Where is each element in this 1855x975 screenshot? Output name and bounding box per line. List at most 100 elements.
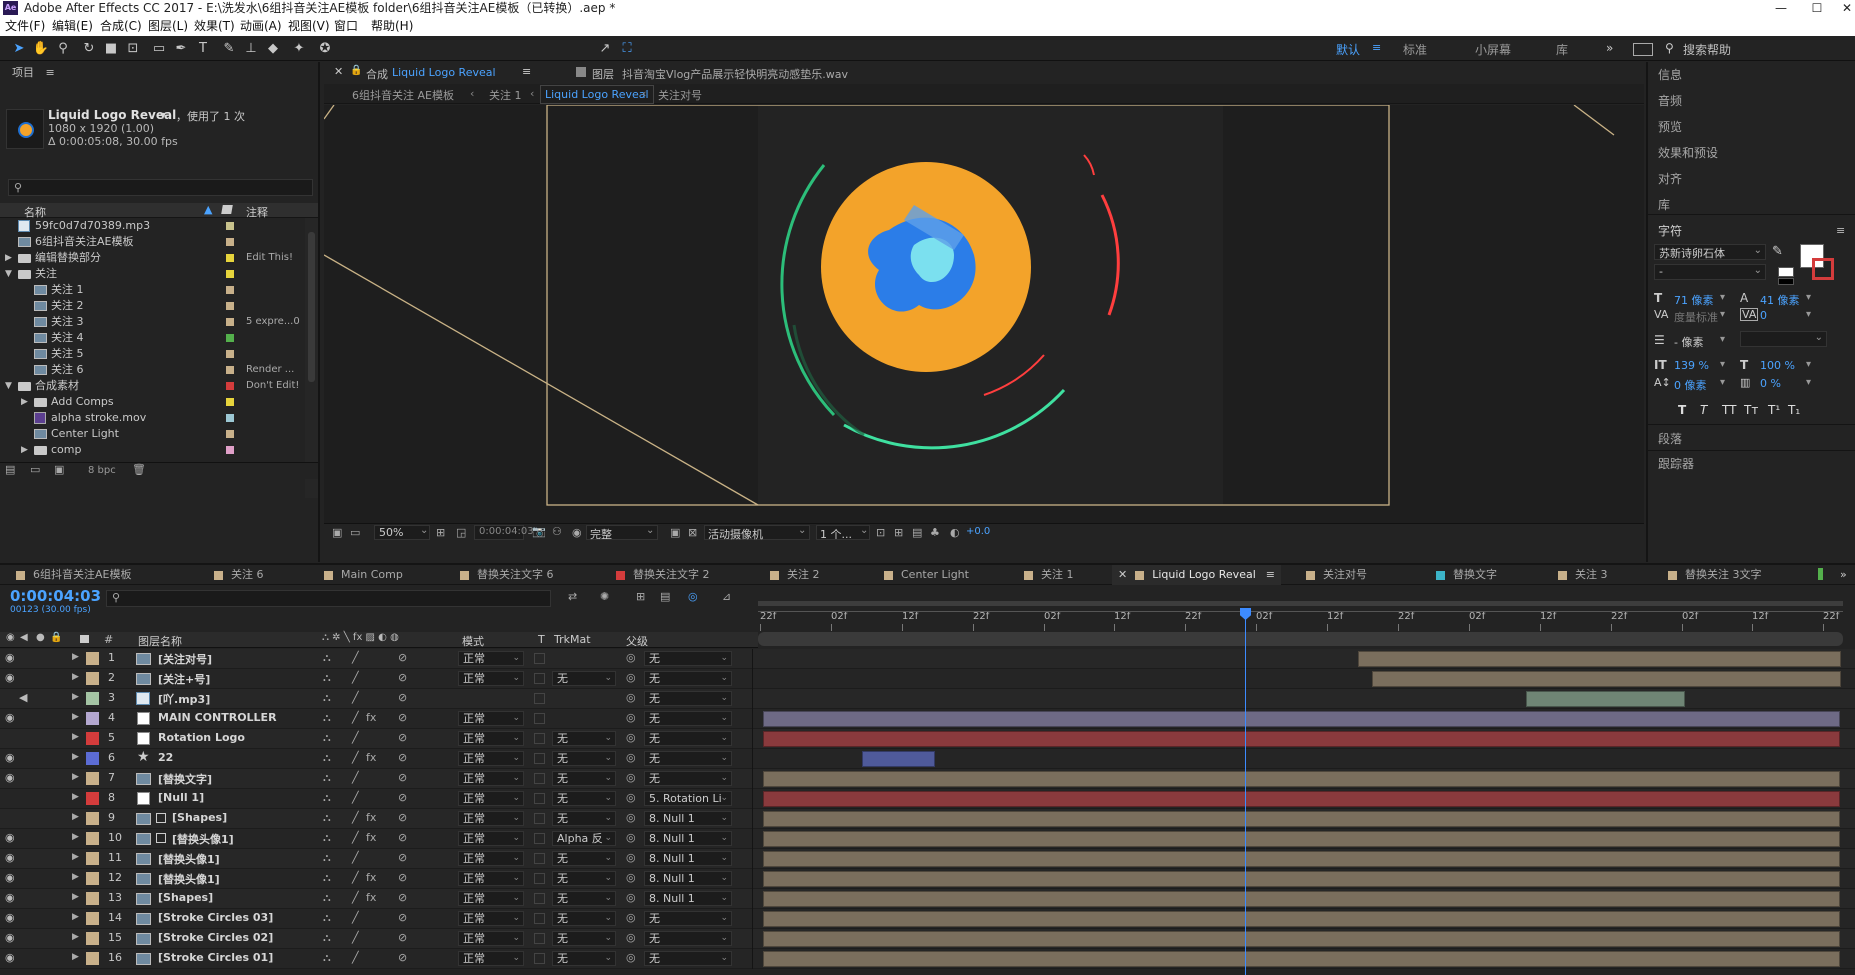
mode-select[interactable]: 正常 ⌄ — [458, 771, 524, 786]
motion-blur-switch-icon[interactable]: ⊘ — [398, 911, 407, 924]
fx-switch[interactable]: fx — [366, 711, 376, 724]
shy-switch-icon[interactable]: ⛬ — [323, 791, 331, 805]
eye-icon[interactable]: ◉ — [5, 771, 15, 784]
project-item[interactable]: ▼ 关注 — [0, 266, 305, 282]
close-button[interactable]: ✕ — [1838, 0, 1855, 16]
views-select[interactable]: 1 个... — [820, 526, 852, 542]
pickwhip-icon[interactable]: ◎ — [626, 651, 636, 664]
viewer-tab-layer[interactable]: 抖音淘宝Vlog产品展示轻快明亮动感垫乐.wav — [622, 66, 848, 82]
align-panel-tab[interactable]: 对齐 — [1658, 166, 1682, 192]
project-item[interactable]: 6组抖音关注AE模板 — [0, 234, 305, 250]
parent-select[interactable]: 无 ⌄ — [644, 651, 732, 666]
project-item[interactable]: ▶ Add Comps — [0, 394, 305, 410]
region-of-interest-icon[interactable]: ◲ — [456, 526, 466, 539]
shy-switch-icon[interactable]: ⛬ — [323, 871, 331, 885]
layer-name[interactable]: [替换头像1] — [158, 851, 220, 867]
zoom-select[interactable]: 50% — [379, 526, 403, 539]
breadcrumb-item[interactable]: 6组抖音关注 AE模板 — [352, 87, 454, 103]
eyedropper-icon[interactable]: ✎ — [1772, 244, 1783, 259]
mode-select[interactable]: 正常 ⌄ — [458, 751, 524, 766]
layer-row[interactable]: ◉ ▶ 12 [替换头像1] ⛬ ╱ fx ⊘ 正常 ⌄ 无 ⌄ ◎ 8. Null 1 ⌄ — [0, 869, 1855, 889]
roto-brush-tool-icon[interactable]: ✦ — [290, 40, 308, 57]
current-time-display[interactable]: 0:00:04:03 — [10, 587, 101, 605]
mode-select[interactable]: 正常 ⌄ — [458, 851, 524, 866]
preserve-transparency-checkbox[interactable] — [534, 773, 545, 784]
preserve-transparency-checkbox[interactable] — [534, 673, 545, 684]
layer-row[interactable]: ◉ ▶ 6 ★ 22 ⛬ ╱ fx ⊘ 正常 ⌄ 无 ⌄ ◎ 无 ⌄ — [0, 749, 1855, 769]
mode-select[interactable]: 正常 ⌄ — [458, 951, 524, 966]
vertical-scale-value[interactable]: 139 % — [1674, 359, 1709, 372]
viewer-tab-menu-icon[interactable]: ≡ — [522, 65, 531, 78]
expand-toggle-icon[interactable]: ▶ — [72, 872, 79, 882]
help-search-icon[interactable]: ⚲ — [1665, 41, 1674, 55]
layer-row[interactable]: ◉ ▶ 7 [替换文字] ⛬ ╱ ⊘ 正常 ⌄ 无 ⌄ ◎ 无 ⌄ — [0, 769, 1855, 789]
project-search-input[interactable]: ⚲ — [8, 179, 313, 196]
pickwhip-icon[interactable]: ◎ — [626, 691, 636, 704]
col-layer-name[interactable]: 图层名称 — [138, 633, 182, 649]
timeline-tab[interactable]: 关注 2 — [764, 565, 826, 585]
shy-switch-icon[interactable]: ⛬ — [323, 831, 331, 845]
menu-edit[interactable]: 编辑(E) — [52, 16, 93, 36]
audio-switch-icon[interactable]: ◀ — [20, 632, 28, 643]
label-tag-icon[interactable] — [221, 205, 233, 214]
comp-dropdown-icon[interactable]: ▾ — [160, 108, 166, 122]
layer-name[interactable]: [替换文字] — [158, 771, 212, 787]
viewer-tab-comp[interactable]: Liquid Logo Reveal — [392, 66, 496, 79]
layer-duration-bar[interactable] — [1526, 691, 1685, 707]
leading-value[interactable]: 41 像素 — [1760, 292, 1800, 308]
layer-row[interactable]: ◉ ▶ 1 [关注对号] ⛬ ╱ ⊘ 正常 ⌄ ◎ 无 ⌄ — [0, 649, 1855, 669]
workspace-menu-icon[interactable]: ≡ — [1372, 41, 1381, 54]
pickwhip-icon[interactable]: ◎ — [626, 711, 636, 724]
expand-toggle-icon[interactable]: ▶ — [72, 952, 79, 962]
expand-toggle-icon[interactable]: ▶ — [72, 752, 79, 762]
project-scroll-thumb[interactable] — [308, 232, 315, 382]
layer-duration-bar[interactable] — [763, 931, 1840, 947]
layer-row[interactable]: ◉ ▶ 15 [Stroke Circles 02] ⛬ ╱ ⊘ 正常 ⌄ 无 ⌄ ◎ 无 ⌄ — [0, 929, 1855, 949]
info-panel-tab[interactable]: 信息 — [1658, 62, 1682, 88]
fast-previews-icon[interactable]: ⊞ — [894, 526, 903, 539]
eye-icon[interactable]: ◉ — [5, 951, 15, 964]
menu-view[interactable]: 视图(V) — [288, 16, 330, 36]
horizontal-scale-value[interactable]: 100 % — [1760, 359, 1795, 372]
layer-duration-bar[interactable] — [763, 831, 1840, 847]
faux-bold-button[interactable]: T — [1678, 403, 1686, 417]
label-color-swatch[interactable] — [226, 302, 234, 310]
parent-select[interactable]: 无 ⌄ — [644, 951, 732, 966]
eye-icon[interactable]: ◉ — [5, 931, 15, 944]
pickwhip-icon[interactable]: ◎ — [626, 931, 636, 944]
label-color-swatch[interactable] — [86, 892, 99, 905]
label-color-swatch[interactable] — [86, 752, 99, 765]
font-size-value[interactable]: 71 像素 — [1674, 292, 1714, 308]
preserve-transparency-checkbox[interactable] — [534, 793, 545, 804]
label-color-swatch[interactable] — [86, 852, 99, 865]
motion-blur-icon[interactable]: ◎ — [688, 590, 698, 603]
project-item[interactable]: ▶ comp — [0, 442, 305, 458]
motion-blur-switch-icon[interactable]: ⊘ — [398, 951, 407, 964]
subscript-button[interactable]: T₁ — [1788, 403, 1800, 417]
pickwhip-icon[interactable]: ◎ — [626, 871, 636, 884]
eye-icon[interactable]: ◉ — [5, 891, 15, 904]
trkmat-select[interactable]: 无 ⌄ — [552, 771, 616, 786]
superscript-button[interactable]: T¹ — [1768, 403, 1780, 417]
time-navigator[interactable] — [758, 632, 1843, 646]
breadcrumb-item[interactable]: 关注对号 — [658, 87, 702, 103]
label-tag-icon[interactable] — [80, 635, 89, 643]
layer-duration-bar[interactable] — [763, 871, 1840, 887]
project-item[interactable]: Center Light — [0, 426, 305, 442]
menu-file[interactable]: 文件(F) — [5, 16, 45, 36]
mode-select[interactable]: 正常 ⌄ — [458, 671, 524, 686]
shy-switch-icon[interactable]: ⛬ — [323, 771, 331, 785]
effects-presets-panel-tab[interactable]: 效果和预设 — [1658, 140, 1718, 166]
label-color-swatch[interactable] — [226, 222, 234, 230]
layer-search-input[interactable]: ⚲ — [106, 590, 551, 607]
snap-option-icon[interactable]: ↗ — [596, 40, 614, 57]
always-preview-icon[interactable]: ▣ — [332, 526, 342, 539]
baseline-shift-value[interactable]: 0 像素 — [1674, 377, 1707, 393]
quality-switch-icon[interactable]: ╱ — [352, 711, 359, 724]
menu-layer[interactable]: 图层(L) — [148, 16, 188, 36]
breadcrumb-item-active[interactable]: Liquid Logo Reveal — [540, 85, 654, 104]
layer-name[interactable]: [替换头像1] — [158, 871, 220, 887]
expand-toggle-icon[interactable]: ▶ — [72, 792, 79, 802]
timeline-icon[interactable]: ▤ — [912, 526, 922, 539]
eye-icon[interactable]: ◉ — [5, 651, 15, 664]
